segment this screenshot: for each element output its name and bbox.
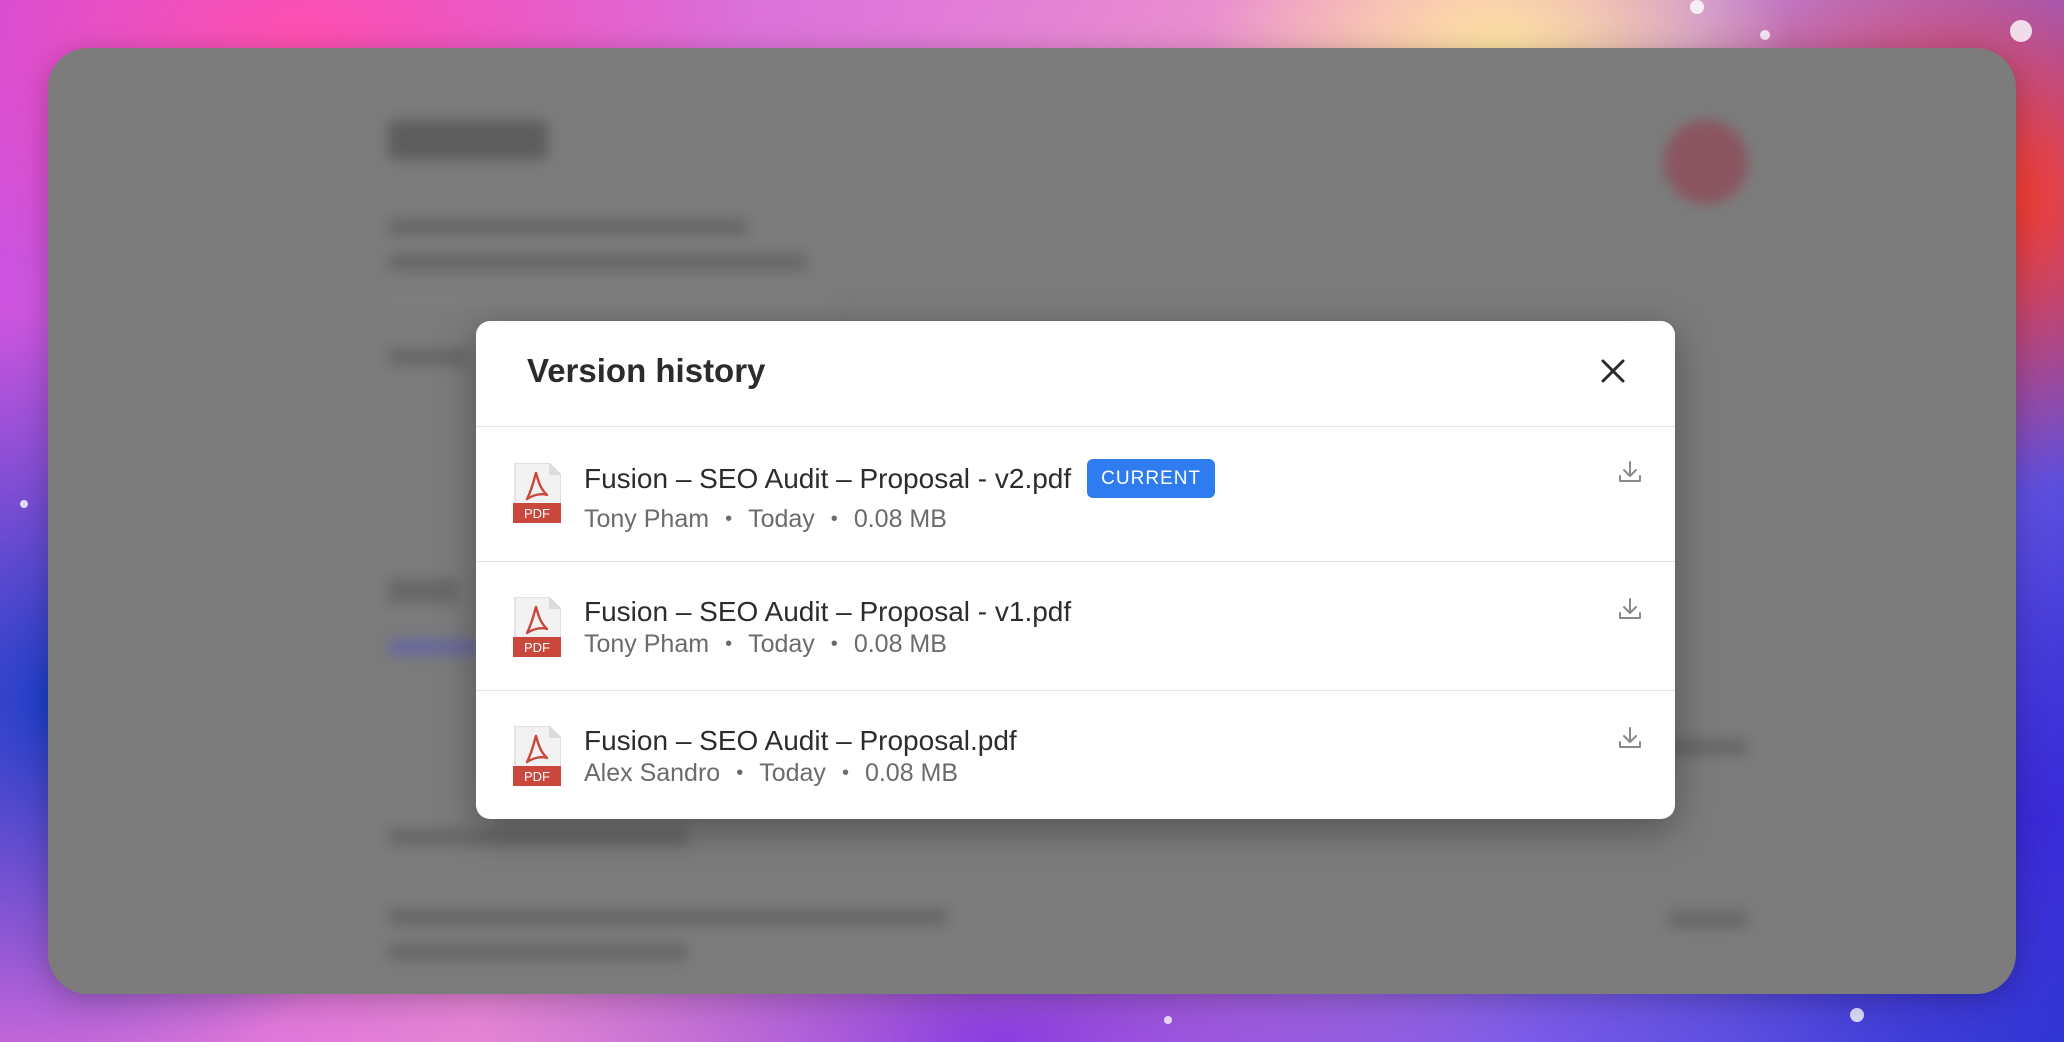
- blurred-text: [388, 578, 458, 604]
- background-sparkle: [1760, 30, 1770, 40]
- file-name: Fusion – SEO Audit – Proposal.pdf: [584, 725, 1017, 757]
- file-name-text: Fusion – SEO Audit – Proposal - v2.pdf: [584, 462, 1072, 494]
- pdf-file-icon: PDF: [513, 462, 562, 523]
- close-button[interactable]: [1593, 351, 1633, 391]
- file-name: Fusion – SEO Audit – Proposal - v1.pdf: [584, 596, 1071, 628]
- blurred-title: [388, 120, 548, 160]
- file-name: Fusion – SEO Audit – Proposal - v2.pdf C…: [584, 459, 1216, 498]
- pdf-icon-label: PDF: [524, 769, 550, 784]
- blurred-avatar: [1664, 120, 1748, 204]
- pdf-icon-label: PDF: [524, 506, 550, 521]
- date: Today: [759, 759, 826, 787]
- download-button[interactable]: [1615, 594, 1645, 624]
- blurred-text: [1668, 910, 1748, 928]
- file-size: 0.08 MB: [853, 630, 947, 658]
- version-history-dialog: Version history PDF Fusion – SEO Audit –…: [476, 321, 1675, 819]
- file-name-text: Fusion – SEO Audit – Proposal.pdf: [584, 725, 1017, 756]
- download-button[interactable]: [1615, 723, 1645, 753]
- blurred-text: [388, 943, 688, 961]
- file-size: 0.08 MB: [864, 759, 959, 787]
- dialog-header: Version history: [476, 321, 1675, 427]
- blurred-text: [388, 253, 808, 271]
- blurred-divider: [388, 300, 838, 302]
- separator: •: [830, 508, 838, 530]
- file-size: 0.08 MB: [853, 505, 947, 533]
- blurred-text: [388, 638, 478, 656]
- version-row[interactable]: PDF Fusion – SEO Audit – Proposal.pdf Al…: [476, 691, 1675, 819]
- file-meta: Alex Sandro • Today • 0.08 MB: [584, 759, 958, 788]
- background-sparkle: [1690, 0, 1704, 14]
- blurred-text: [388, 828, 688, 846]
- background-sparkle: [1850, 1008, 1864, 1022]
- blurred-text: [388, 218, 748, 236]
- dialog-title: Version history: [527, 352, 766, 389]
- separator: •: [725, 633, 733, 655]
- background-sparkle: [2010, 20, 2032, 42]
- pdf-icon-label: PDF: [524, 640, 550, 655]
- background-sparkle: [20, 500, 28, 508]
- separator: •: [830, 633, 838, 655]
- separator: •: [841, 762, 849, 784]
- author: Tony Pham: [584, 505, 710, 533]
- blurred-text: [1668, 738, 1748, 756]
- download-icon: [1619, 461, 1641, 482]
- separator: •: [736, 762, 744, 784]
- current-badge: CURRENT: [1087, 459, 1216, 498]
- date: Today: [748, 505, 815, 533]
- download-button[interactable]: [1615, 457, 1645, 487]
- download-icon: [1619, 727, 1641, 748]
- pdf-file-icon: PDF: [513, 596, 562, 657]
- download-icon: [1619, 598, 1641, 619]
- file-name-text: Fusion – SEO Audit – Proposal - v1.pdf: [584, 596, 1072, 627]
- file-meta: Tony Pham • Today • 0.08 MB: [584, 505, 947, 534]
- version-row[interactable]: PDF Fusion – SEO Audit – Proposal - v1.p…: [476, 562, 1675, 691]
- separator: •: [725, 508, 733, 530]
- file-meta: Tony Pham • Today • 0.08 MB: [584, 630, 947, 659]
- blurred-text: [388, 908, 948, 926]
- author: Tony Pham: [584, 630, 710, 658]
- close-icon: [1601, 359, 1625, 383]
- version-row[interactable]: PDF Fusion – SEO Audit – Proposal - v2.p…: [476, 427, 1675, 562]
- blurred-text: [388, 348, 468, 366]
- date: Today: [748, 630, 815, 658]
- author: Alex Sandro: [584, 759, 721, 787]
- pdf-file-icon: PDF: [513, 725, 562, 786]
- background-sparkle: [1164, 1016, 1172, 1024]
